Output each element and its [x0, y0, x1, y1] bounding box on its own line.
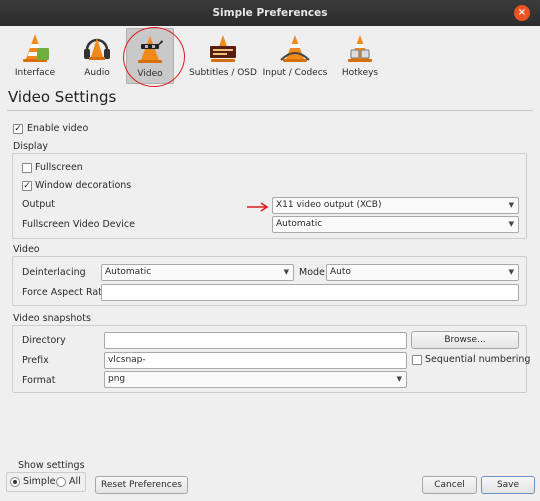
dropdown-arrow-icon: ▼	[508, 201, 514, 209]
dropdown-arrow-icon: ▼	[508, 268, 514, 276]
output-select[interactable]: X11 video output (XCB) ▼	[272, 197, 519, 214]
subtitles-icon	[210, 35, 236, 62]
window-decorations-label: Window decorations	[35, 180, 132, 191]
toolbar-subtitles-osd[interactable]: Subtitles / OSD	[189, 28, 257, 84]
all-radio-label: All	[69, 476, 81, 487]
sequential-numbering-label: Sequential numbering	[425, 354, 531, 365]
toolbar-hotkeys[interactable]: Hotkeys	[340, 28, 380, 84]
mode-value: Auto	[330, 267, 351, 277]
preferences-toolbar: Interface Audio Video Subtitles / OSD In…	[0, 26, 540, 86]
toolbar-label-video: Video	[137, 69, 163, 79]
deinterlacing-label: Deinterlacing	[22, 267, 86, 278]
close-icon: ×	[517, 7, 527, 18]
deinterlacing-value: Automatic	[105, 267, 152, 277]
toolbar-video[interactable]: Video	[126, 28, 174, 84]
window-title: Simple Preferences	[212, 7, 328, 19]
mode-label: Mode	[299, 267, 325, 278]
vlc-cone-icon	[23, 34, 49, 62]
check-icon: ✓	[23, 181, 31, 191]
output-select-value: X11 video output (XCB)	[276, 200, 382, 210]
toolbar-label-audio: Audio	[84, 68, 110, 78]
toolbar-label-subtitles-osd: Subtitles / OSD	[189, 68, 257, 78]
prefix-input[interactable]: vlcsnap-	[104, 352, 407, 369]
display-section-label: Display	[13, 141, 49, 152]
fullscreen-device-label: Fullscreen Video Device	[22, 219, 135, 230]
close-button[interactable]: ×	[514, 5, 530, 21]
fullscreen-device-value: Automatic	[276, 219, 323, 229]
toolbar-audio[interactable]: Audio	[76, 28, 118, 84]
hotkeys-icon	[348, 35, 372, 62]
format-select[interactable]: png ▼	[104, 371, 407, 388]
headphones-icon	[84, 38, 110, 60]
deinterlacing-select[interactable]: Automatic ▼	[101, 264, 294, 281]
force-aspect-ratio-input[interactable]	[101, 284, 519, 301]
format-value: png	[108, 374, 126, 384]
toolbar-input-codecs[interactable]: Input / Codecs	[262, 28, 328, 84]
enable-video-label: Enable video	[27, 123, 89, 134]
simple-radio-label: Simple	[23, 476, 56, 487]
output-label: Output	[22, 199, 55, 210]
dropdown-arrow-icon: ▼	[396, 375, 402, 383]
format-label: Format	[22, 375, 56, 386]
sequential-numbering-checkbox[interactable]	[412, 355, 422, 365]
check-icon: ✓	[14, 124, 22, 134]
force-aspect-ratio-label: Force Aspect Ratio	[22, 287, 111, 298]
browse-button[interactable]: Browse...	[411, 331, 519, 349]
fullscreen-label: Fullscreen	[35, 162, 83, 173]
show-settings-label: Show settings	[18, 460, 85, 471]
all-radio[interactable]	[56, 477, 66, 487]
window-decorations-checkbox[interactable]: ✓	[22, 181, 32, 191]
cancel-button[interactable]: Cancel	[422, 476, 477, 494]
directory-label: Directory	[22, 335, 66, 346]
reset-preferences-button[interactable]: Reset Preferences	[95, 476, 188, 494]
window-titlebar: Simple Preferences ×	[0, 0, 540, 26]
video-section-label: Video	[13, 244, 40, 255]
fullscreen-checkbox[interactable]	[22, 163, 32, 173]
dropdown-arrow-icon: ▼	[508, 220, 514, 228]
prefix-label: Prefix	[22, 355, 49, 366]
simple-radio[interactable]	[10, 477, 20, 487]
directory-input[interactable]	[104, 332, 407, 349]
fullscreen-device-select[interactable]: Automatic ▼	[272, 216, 519, 233]
toolbar-label-interface: Interface	[14, 68, 56, 78]
snapshots-section-label: Video snapshots	[13, 313, 91, 324]
mode-select[interactable]: Auto ▼	[326, 264, 519, 281]
save-button[interactable]: Save	[481, 476, 535, 494]
page-title: Video Settings	[8, 88, 117, 106]
title-divider	[7, 110, 533, 111]
dropdown-arrow-icon: ▼	[283, 268, 289, 276]
codecs-icon	[280, 35, 310, 62]
toolbar-label-hotkeys: Hotkeys	[341, 68, 379, 78]
toolbar-label-input-codecs: Input / Codecs	[262, 68, 328, 78]
toolbar-interface[interactable]: Interface	[12, 28, 58, 84]
enable-video-checkbox[interactable]: ✓	[13, 124, 23, 134]
video-cone-icon	[138, 36, 163, 63]
